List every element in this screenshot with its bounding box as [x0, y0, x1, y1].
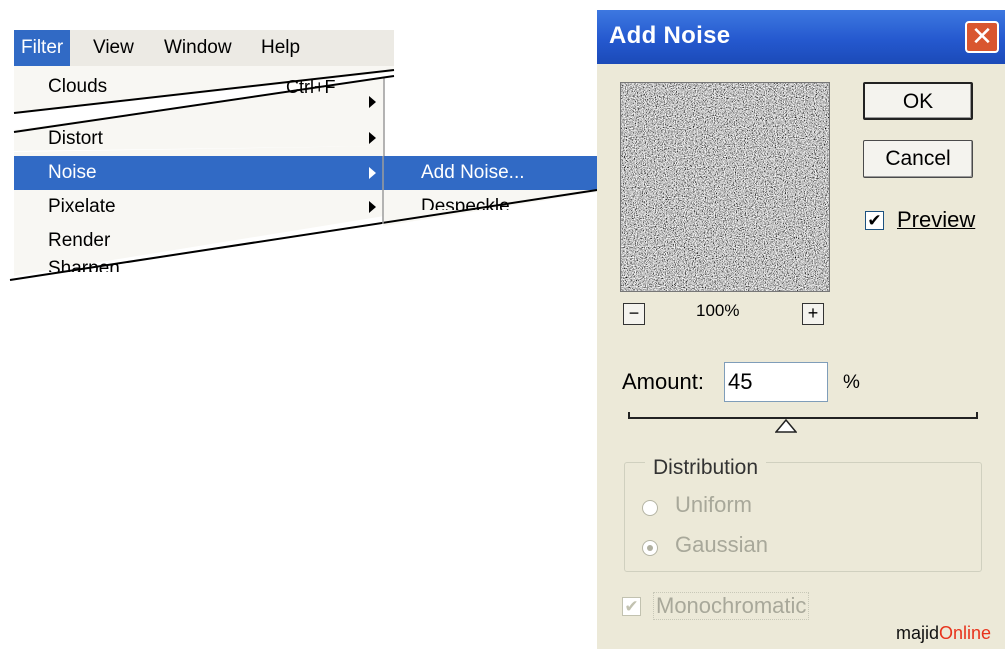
preview-checkbox[interactable]: ✔: [865, 211, 884, 230]
ok-button[interactable]: OK: [863, 82, 973, 120]
zoom-in-button[interactable]: +: [802, 303, 824, 325]
zoom-out-button[interactable]: −: [623, 303, 645, 325]
noise-preview-image: [621, 83, 829, 291]
dialog-titlebar[interactable]: Add Noise ✕: [597, 10, 1005, 64]
uniform-radio[interactable]: [642, 500, 658, 516]
monochromatic-label[interactable]: Monochromatic: [653, 592, 810, 620]
distribution-title: Distribution: [645, 456, 767, 480]
watermark-logo: majidOnline: [896, 623, 991, 644]
cancel-button[interactable]: Cancel: [863, 140, 973, 178]
preview-label[interactable]: Preview: [897, 207, 975, 233]
amount-slider-thumb[interactable]: [774, 419, 797, 433]
watermark-prefix: majid: [896, 623, 940, 643]
amount-input[interactable]: 45: [724, 362, 828, 402]
gaussian-radio[interactable]: [642, 540, 658, 556]
radio-selected-dot: [647, 545, 653, 551]
tear-lines: [9, 69, 598, 281]
zoom-level: 100%: [696, 301, 740, 320]
amount-slider-track[interactable]: [628, 417, 978, 419]
close-icon[interactable]: ✕: [965, 21, 999, 53]
slider-track-end: [976, 412, 978, 419]
gaussian-label[interactable]: Gaussian: [675, 532, 768, 558]
amount-unit: %: [843, 372, 860, 393]
dialog-title: Add Noise: [609, 22, 731, 49]
preview-area[interactable]: [620, 82, 830, 292]
add-noise-dialog: Add Noise ✕ − 100% + OK Cancel ✔ Preview: [597, 10, 1005, 649]
monochromatic-checkbox[interactable]: ✔: [622, 597, 641, 616]
uniform-label[interactable]: Uniform: [675, 492, 752, 518]
watermark-suffix: Online: [939, 623, 992, 643]
slider-track-end: [628, 412, 630, 419]
amount-label: Amount:: [622, 369, 704, 394]
